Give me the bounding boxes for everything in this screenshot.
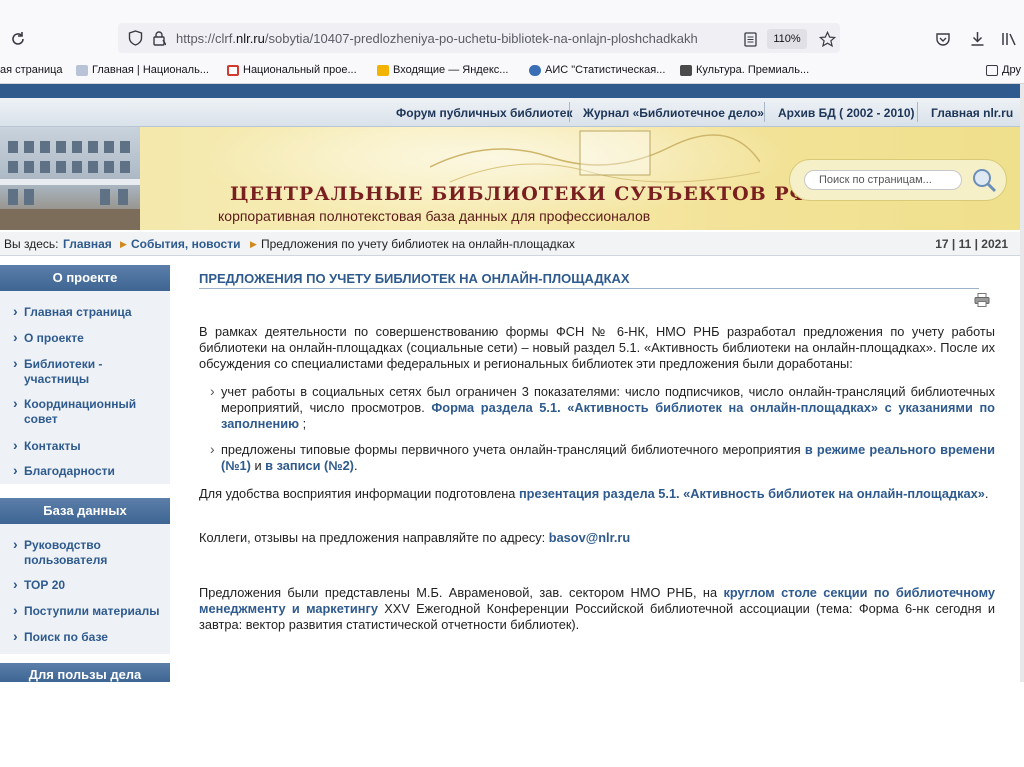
shield-icon[interactable] [126, 29, 144, 47]
site-search-input[interactable]: Поиск по страницам... [804, 170, 962, 190]
breadcrumb-events-link[interactable]: События, новости [131, 237, 240, 251]
nav-home-link[interactable]: Главная nlr.ru [931, 106, 1013, 120]
breadcrumb: Вы здесь: Главная ▶ События, новости ▶ П… [0, 232, 1020, 256]
bookmark-item[interactable]: ая страница [0, 64, 63, 76]
site-top-strip [0, 84, 1020, 98]
lock-icon[interactable] [150, 29, 168, 47]
star-icon[interactable] [816, 28, 838, 50]
address-bar[interactable]: https://clrf.nlr.ru/sobytia/10407-predlo… [118, 23, 840, 53]
paragraph-text: Для удобства восприятия информации подго… [199, 486, 519, 501]
email-link[interactable]: basov@nlr.ru [549, 530, 630, 545]
nav-journal-link[interactable]: Журнал «Библиотечное дело» [583, 106, 764, 120]
sidebar-heading-benefit: Для пользы дела [0, 663, 170, 682]
browser-toolbar: https://clrf.nlr.ru/sobytia/10407-predlo… [0, 0, 1024, 58]
sidebar-item-manual[interactable]: Руководство пользователя [13, 537, 154, 568]
scrollbar[interactable] [1020, 84, 1024, 684]
search-icon[interactable] [970, 166, 998, 194]
sidebar-item-libraries[interactable]: Библиотеки - участницы [13, 356, 134, 387]
sidebar-item-council[interactable]: Координационный совет [13, 396, 154, 427]
sidebar-item-new-materials[interactable]: Поступили материалы [13, 603, 160, 619]
nav-forum-link[interactable]: Форум публичных библиотек [396, 106, 572, 120]
paragraph-text: . [984, 486, 989, 501]
sidebar-item-about[interactable]: О проекте [13, 330, 84, 346]
site-search: Поиск по страницам... [789, 159, 1007, 201]
site-subtitle: корпоративная полнотекстовая база данных… [218, 208, 651, 224]
page-bottom-blank [0, 682, 1024, 767]
page-title: ПРЕДЛОЖЕНИЯ ПО УЧЕТУ БИБЛИОТЕК НА ОНЛАЙН… [199, 271, 630, 286]
bookmark-item[interactable]: Национальный прое... [227, 64, 357, 76]
reader-view-icon[interactable] [740, 29, 760, 49]
breadcrumb-current: Предложения по учету библиотек на онлайн… [261, 237, 575, 251]
bookmark-favicon-icon [529, 64, 541, 76]
print-icon[interactable] [974, 293, 990, 307]
recorded-form-link[interactable]: в записи (№2) [265, 458, 354, 473]
sidebar-item-home[interactable]: Главная страница [13, 304, 131, 320]
presentation-link[interactable]: презентация раздела 5.1. «Активность биб… [519, 486, 985, 501]
article-paragraph: Предложения были представлены М.Б. Аврам… [199, 585, 995, 633]
nav-divider [764, 102, 765, 122]
bookmark-folder[interactable]: Дру [986, 64, 1021, 76]
bookmark-favicon-icon [76, 64, 88, 76]
bookmark-item[interactable]: Входящие — Яндекс... [377, 64, 508, 76]
bookmark-item[interactable]: Главная | Националь... [76, 64, 209, 76]
list-item-text: . [353, 458, 358, 473]
sidebar-item-top20[interactable]: ТОР 20 [13, 577, 65, 593]
library-building-photo [0, 127, 140, 230]
breadcrumb-arrow-icon: ▶ [250, 239, 257, 249]
breadcrumb-arrow-icon: ▶ [120, 239, 127, 249]
library-icon[interactable] [998, 28, 1020, 50]
bookmark-item[interactable]: Культура. Премиаль... [680, 64, 809, 76]
bookmark-favicon-icon [680, 64, 692, 76]
nav-archive-link[interactable]: Архив БД ( 2002 - 2010) [778, 106, 915, 120]
site-banner: ЦЕНТРАЛЬНЫЕ БИБЛИОТЕКИ СУБЪЕКТОВ РФ корп… [0, 127, 1020, 230]
bookmark-favicon-icon [227, 64, 239, 76]
nav-divider [569, 102, 570, 122]
bookmarks-bar: ая страница Главная | Националь... Нацио… [0, 58, 1024, 84]
site-title: ЦЕНТРАЛЬНЫЕ БИБЛИОТЕКИ СУБЪЕКТОВ РФ [230, 183, 809, 205]
breadcrumb-home-link[interactable]: Главная [63, 237, 112, 251]
sidebar: О проекте Главная страница О проекте Биб… [0, 262, 172, 682]
folder-icon [986, 64, 998, 76]
list-item: предложены типовые формы первичного учет… [210, 441, 995, 474]
sidebar-panel-database: Руководство пользователя ТОР 20 Поступил… [0, 524, 170, 654]
paragraph-text: Предложения были представлены М.Б. Аврам… [199, 585, 724, 600]
sidebar-item-thanks[interactable]: Благодарности [13, 463, 115, 479]
sidebar-heading-database: База данных [0, 498, 170, 524]
list-item-text: предложены типовые формы первичного учет… [221, 442, 805, 457]
pocket-icon[interactable] [932, 28, 954, 50]
article-paragraph: Для удобства восприятия информации подго… [199, 486, 995, 502]
article-paragraph: В рамках деятельности по совершенствован… [199, 324, 995, 371]
article: ПРЕДЛОЖЕНИЯ ПО УЧЕТУ БИБЛИОТЕК НА ОНЛАЙН… [182, 262, 1008, 682]
page-date: 17 | 11 | 2021 [935, 237, 1008, 251]
book-pages-decoration [430, 130, 760, 183]
breadcrumb-prefix: Вы здесь: [4, 237, 59, 251]
sidebar-item-db-search[interactable]: Поиск по базе [13, 629, 108, 645]
list-item: учет работы в социальных сетях был огран… [210, 383, 995, 432]
sidebar-panel-about: Главная страница О проекте Библиотеки - … [0, 291, 170, 484]
site-top-nav: Форум публичных библиотек Журнал «Библио… [0, 98, 1020, 127]
url-text: https://clrf.nlr.ru/sobytia/10407-predlo… [176, 31, 698, 46]
sidebar-item-contacts[interactable]: Контакты [13, 438, 81, 454]
mail-icon [377, 64, 389, 76]
nav-divider [917, 102, 918, 122]
zoom-level-badge[interactable]: 110% [767, 29, 807, 49]
title-divider [199, 288, 979, 289]
download-icon[interactable] [966, 28, 988, 50]
list-item-text: и [250, 458, 266, 473]
bookmark-item[interactable]: АИС "Статистическая... [529, 64, 665, 76]
article-paragraph: Коллеги, отзывы на предложения направляй… [199, 530, 995, 546]
sidebar-heading-about: О проекте [0, 265, 170, 291]
list-item-text: ; [299, 416, 307, 431]
paragraph-text: Коллеги, отзывы на предложения направляй… [199, 530, 549, 545]
reload-icon[interactable] [8, 29, 28, 49]
